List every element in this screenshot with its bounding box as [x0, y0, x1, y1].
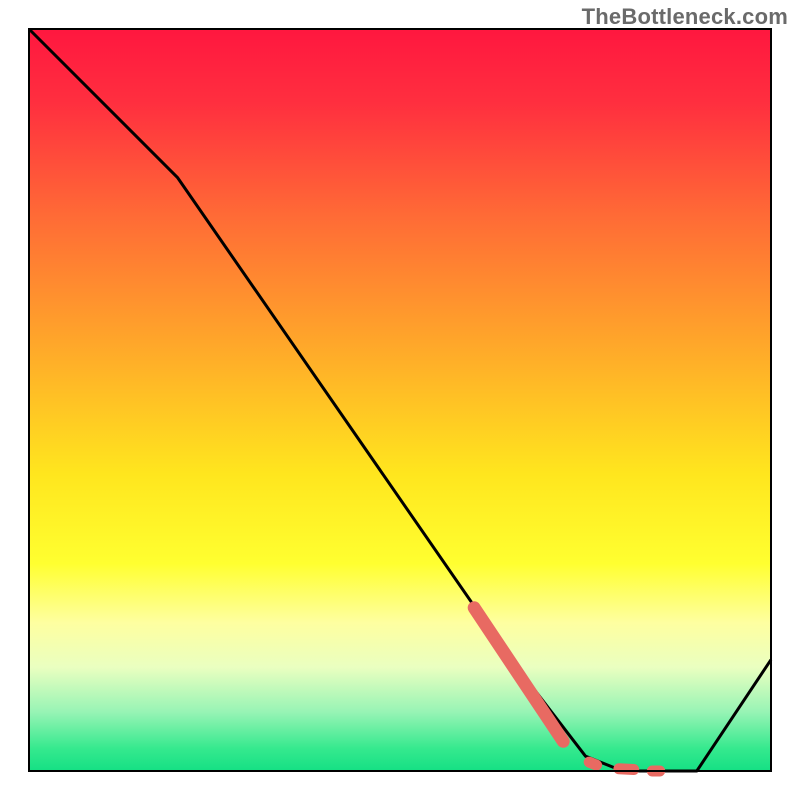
chart-container: TheBottleneck.com	[0, 0, 800, 800]
bottleneck-chart	[0, 0, 800, 800]
highlight-segment	[589, 762, 596, 765]
watermark-text: TheBottleneck.com	[582, 4, 788, 30]
highlight-segment	[619, 769, 634, 770]
